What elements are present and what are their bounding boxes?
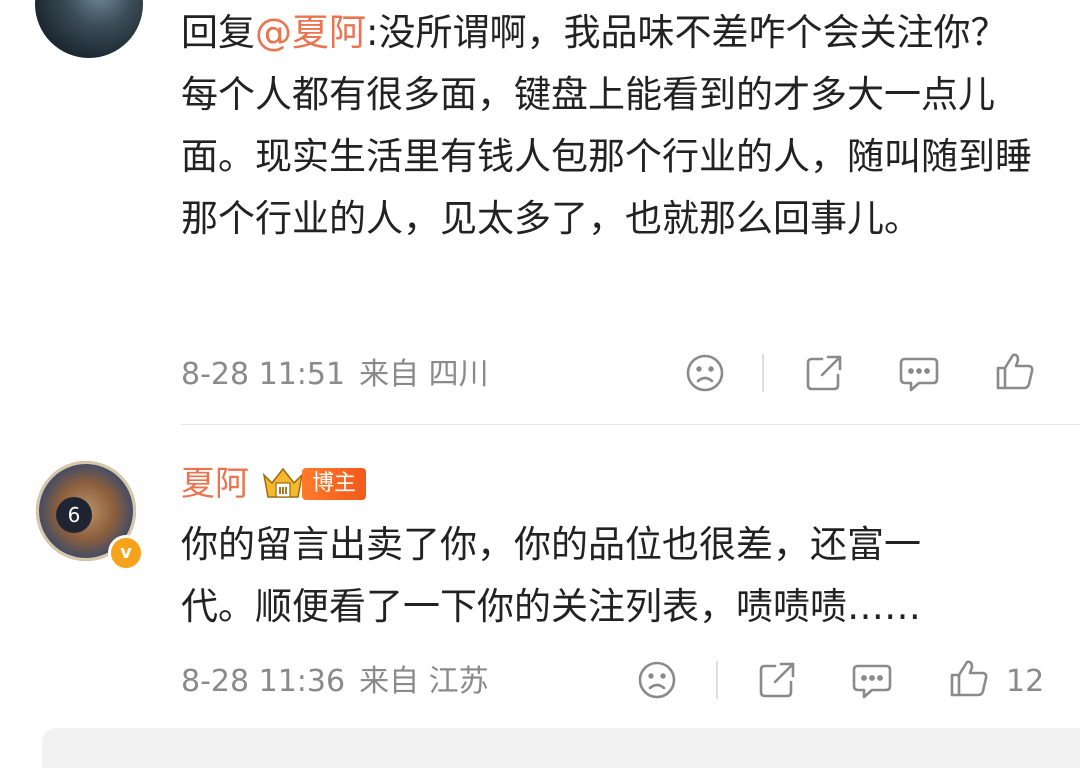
- comment-time: 8-28 11:36: [181, 664, 346, 699]
- share-icon[interactable]: [755, 658, 799, 702]
- username[interactable]: 夏阿: [181, 462, 249, 506]
- comment-meta: 8-28 11:36 来自 江苏: [181, 662, 489, 702]
- avatar[interactable]: [35, 0, 143, 58]
- blogger-badge: 博主: [302, 468, 367, 500]
- comment-location: 来自 江苏: [359, 664, 489, 699]
- comment-icon[interactable]: [897, 351, 941, 395]
- reply-prefix: 回复: [181, 11, 255, 54]
- action-divider: [762, 354, 764, 392]
- sad-face-icon[interactable]: [683, 351, 727, 395]
- comment-time: 8-28 11:51: [181, 357, 346, 392]
- mention-link[interactable]: @夏阿: [255, 11, 366, 54]
- sad-face-icon[interactable]: [635, 658, 679, 702]
- avatar-number: 6: [56, 497, 92, 533]
- action-divider: [716, 661, 718, 699]
- verified-badge: v: [108, 535, 144, 571]
- thumbs-up-icon[interactable]: [993, 349, 1037, 393]
- comment-divider: [181, 424, 1080, 425]
- comment-text: 你的留言出卖了你，你的品位也很差，还富一代。顺便看了一下你的关注列表，啧啧啧……: [181, 523, 921, 628]
- comment-location: 来自 四川: [359, 357, 489, 392]
- comment-text: 回复@夏阿:没所谓啊，我品味不差咋个会关注你？每个人都有很多面，键盘上能看到的才…: [181, 2, 1041, 250]
- crown-icon: [260, 463, 306, 503]
- share-icon[interactable]: [802, 351, 846, 395]
- thumbs-up-icon[interactable]: [947, 656, 991, 700]
- like-count: 12: [1006, 664, 1045, 699]
- comment-icon[interactable]: [850, 658, 894, 702]
- comment-meta: 8-28 11:51 来自 四川: [181, 355, 489, 395]
- reply-preview-box[interactable]: [42, 728, 1080, 768]
